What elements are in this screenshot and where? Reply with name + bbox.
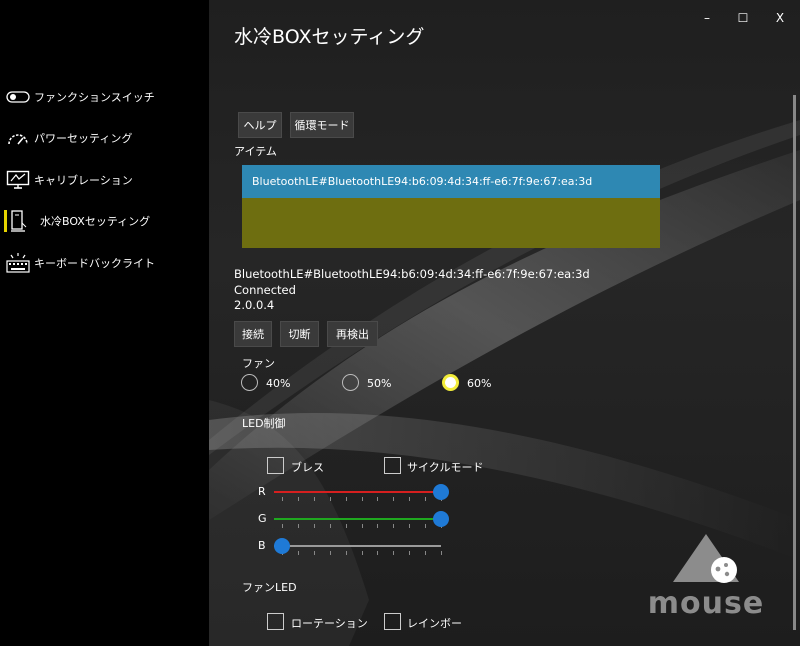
slider-tick	[345, 524, 347, 528]
slider-tick	[409, 524, 411, 528]
monitor-icon	[4, 167, 32, 193]
fan-option-label: 50%	[367, 377, 392, 390]
slider-thumb-b[interactable]	[274, 538, 290, 554]
slider-tick	[313, 497, 315, 501]
fan-radio-60[interactable]	[442, 374, 459, 391]
slider-tick	[297, 551, 299, 555]
gauge-icon	[4, 125, 32, 151]
close-button[interactable]: X	[765, 8, 795, 28]
slider-tick	[361, 497, 363, 501]
keyboard-light-icon	[4, 250, 32, 276]
rotation-label: ローテーション	[291, 617, 368, 630]
cycle-mode-label: サイクルモード	[407, 461, 484, 474]
rotation-checkbox[interactable]	[267, 613, 284, 630]
slider-thumb-g[interactable]	[433, 511, 449, 527]
fan-led-label: ファンLED	[242, 581, 297, 594]
slider-tick	[297, 524, 299, 528]
minimize-button[interactable]: –	[692, 8, 722, 28]
sidebar-item-power-setting[interactable]: パワーセッティング	[4, 123, 204, 153]
slider-track-g[interactable]	[274, 518, 441, 520]
fan-option-label: 40%	[266, 377, 291, 390]
device-id: BluetoothLE#BluetoothLE94:b6:09:4d:34:ff…	[234, 267, 590, 281]
slider-track-r[interactable]	[274, 491, 441, 493]
slider-tick	[297, 497, 299, 501]
slider-label-r: R	[258, 485, 266, 498]
slider-track-b[interactable]	[274, 545, 441, 547]
slider-tick	[425, 551, 427, 555]
slider-label-g: G	[258, 512, 267, 525]
mouse-logo: mouse	[641, 530, 771, 625]
sidebar-item-label: キャリブレーション	[34, 174, 133, 187]
slider-tick	[329, 551, 331, 555]
cycle-mode-checkbox[interactable]	[384, 457, 401, 474]
slider-tick	[361, 524, 363, 528]
slider-tick	[377, 524, 379, 528]
slider-tick	[393, 551, 395, 555]
disconnect-button[interactable]: 切断	[280, 321, 319, 347]
sidebar-item-label: パワーセッティング	[34, 132, 133, 145]
toggle-icon	[4, 84, 32, 110]
brand-logo-text: mouse	[647, 586, 765, 621]
breath-checkbox[interactable]	[267, 457, 284, 474]
connection-status: Connected	[234, 283, 296, 297]
page-title: 水冷BOXセッティング	[234, 26, 425, 48]
sidebar-item-water-cooling-box[interactable]: 水冷BOXセッティング	[4, 206, 204, 236]
help-button[interactable]: ヘルプ	[238, 112, 282, 138]
slider-tick	[425, 497, 427, 501]
sidebar-item-calibration[interactable]: キャリブレーション	[4, 165, 204, 195]
slider-tick	[313, 524, 315, 528]
slider-tick	[377, 551, 379, 555]
selection-indicator	[4, 210, 7, 232]
app-window: ファンクションスイッチ パワーセッティング キャリブレーション 水冷BOXセッテ…	[0, 0, 800, 646]
fan-radio-50[interactable]	[342, 374, 359, 391]
rainbow-checkbox[interactable]	[384, 613, 401, 630]
slider-tick	[409, 497, 411, 501]
device-list[interactable]: BluetoothLE#BluetoothLE94:b6:09:4d:34:ff…	[242, 165, 660, 248]
main-panel: 水冷BOXセッティング – ☐ X ヘルプ 循環モード アイテム Bluetoo…	[209, 0, 800, 646]
sidebar-item-label: 水冷BOXセッティング	[40, 215, 151, 228]
items-label: アイテム	[234, 145, 277, 158]
slider-tick	[329, 524, 331, 528]
slider-tick	[282, 524, 283, 528]
slider-tick	[313, 551, 315, 555]
rainbow-label: レインボー	[407, 617, 462, 630]
slider-tick	[345, 551, 347, 555]
cycle-mode-button[interactable]: 循環モード	[290, 112, 354, 138]
breath-label: ブレス	[291, 461, 324, 474]
slider-tick	[409, 551, 411, 555]
list-item[interactable]: BluetoothLE#BluetoothLE94:b6:09:4d:34:ff…	[242, 165, 660, 198]
scrollbar[interactable]	[793, 95, 796, 630]
fan-radio-40[interactable]	[241, 374, 258, 391]
sidebar-item-label: ファンクションスイッチ	[34, 91, 155, 104]
sidebar: ファンクションスイッチ パワーセッティング キャリブレーション 水冷BOXセッテ…	[0, 0, 209, 646]
slider-label-b: B	[258, 539, 266, 552]
slider-tick	[345, 497, 347, 501]
sidebar-item-keyboard-backlight[interactable]: キーボードバックライト	[4, 248, 204, 278]
slider-tick	[393, 524, 395, 528]
connect-button[interactable]: 接続	[234, 321, 272, 347]
rescan-button[interactable]: 再検出	[327, 321, 378, 347]
slider-tick	[329, 497, 331, 501]
slider-thumb-r[interactable]	[433, 484, 449, 500]
led-control-label: LED制御	[242, 417, 286, 430]
fan-option-label: 60%	[467, 377, 492, 390]
sidebar-item-label: キーボードバックライト	[34, 257, 155, 270]
maximize-button[interactable]: ☐	[728, 8, 758, 28]
slider-tick	[425, 524, 427, 528]
firmware-version: 2.0.0.4	[234, 298, 275, 312]
fan-label: ファン	[242, 357, 275, 370]
sidebar-item-function-switch[interactable]: ファンクションスイッチ	[4, 82, 204, 112]
slider-tick	[361, 551, 363, 555]
slider-tick	[441, 551, 442, 555]
mouse-logo-icon	[673, 534, 739, 583]
slider-tick	[377, 497, 379, 501]
pc-case-icon	[4, 208, 32, 234]
slider-tick	[282, 497, 283, 501]
slider-tick	[393, 497, 395, 501]
